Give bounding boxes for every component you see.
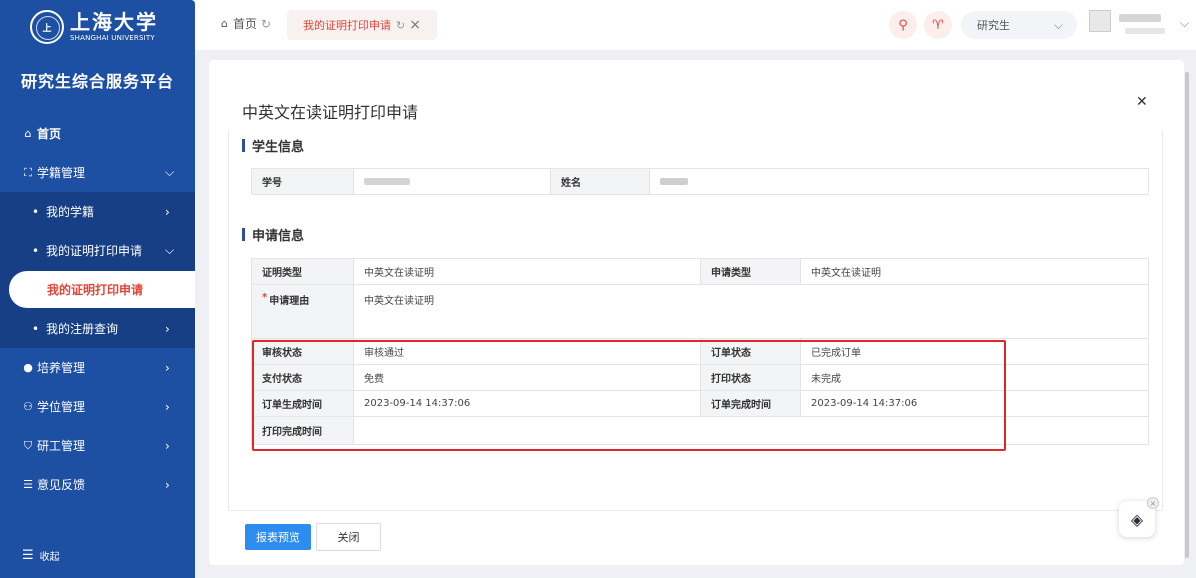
dialog-title: 中英文在读证明打印申请 <box>242 103 419 122</box>
chevron-right-icon: › <box>165 438 170 453</box>
user-detail-blurred <box>1125 28 1165 34</box>
reason-value: 中英文在读证明 <box>353 284 1149 339</box>
sidebar-item-my-enrollment[interactable]: • 我的学籍 › <box>0 192 195 231</box>
feedback-icon: ☰ <box>23 478 33 491</box>
chevron-right-icon: › <box>165 399 170 414</box>
student-name-label: 姓名 <box>550 168 650 195</box>
order-create-time-label: 订单生成时间 <box>251 390 354 417</box>
platform-title: 研究生综合服务平台 <box>20 72 174 91</box>
chevron-right-icon: › <box>165 321 170 336</box>
top-bar: ⌂ 首页 ↻ 我的证明打印申请 ↻ × ⚲ ♈ 研究生 ⌵ ⌵ <box>195 0 1196 50</box>
sidebar-item-training[interactable]: ● 培养管理 › <box>0 348 195 387</box>
sidebar-item-label: 我的证明打印申请 <box>46 244 143 258</box>
print-done-time-label: 打印完成时间 <box>251 416 354 445</box>
student-id-value <box>353 168 551 195</box>
sidebar-item-degree[interactable]: ⚇ 学位管理 › <box>0 387 195 426</box>
theme-button[interactable]: ♈ <box>924 11 952 39</box>
user-name-blurred <box>1119 14 1161 22</box>
chevron-down-icon: ⌵ <box>165 165 175 179</box>
sidebar-item-research[interactable]: ⛉ 研工管理 › <box>0 426 195 465</box>
university-name-cn: 上海大学 <box>70 10 158 34</box>
role-select[interactable]: 研究生 ⌵ <box>961 11 1077 39</box>
chevron-down-icon[interactable]: ⌵ <box>1180 16 1189 31</box>
audit-status-value: 审核通过 <box>353 338 701 365</box>
shirt-icon: ♈ <box>932 17 944 33</box>
close-button[interactable]: 关闭 <box>316 523 381 551</box>
sidebar-item-registration[interactable]: • 我的注册查询 › <box>0 309 195 348</box>
avatar[interactable] <box>1089 10 1111 32</box>
university-name-en: SHANGHAI UNIVERSITY <box>70 34 155 42</box>
student-name-value <box>649 168 1149 195</box>
chevron-right-icon: › <box>165 204 170 219</box>
cert-type-value: 中英文在读证明 <box>353 258 701 285</box>
print-status-label: 打印状态 <box>700 364 801 391</box>
home-icon: ⌂ <box>221 17 228 30</box>
sidebar-item-label: 学位管理 <box>37 400 86 414</box>
home-icon: ⌂ <box>24 127 32 140</box>
print-done-time-value <box>353 416 1149 445</box>
sidebar-item-label: 研工管理 <box>37 439 86 453</box>
tab-cert-print[interactable]: 我的证明打印申请 ↻ × <box>287 10 437 40</box>
sidebar-item-label: 意见反馈 <box>37 478 86 492</box>
scrollbar-thumb[interactable] <box>1185 72 1189 558</box>
chevron-down-icon: ⌵ <box>1053 17 1063 32</box>
collapse-label: 收起 <box>39 552 60 563</box>
close-icon[interactable]: ✕ <box>1136 94 1148 110</box>
order-done-time-value: 2023-09-14 14:37:06 <box>800 390 1149 417</box>
search-icon: ⚲ <box>898 17 908 33</box>
pay-status-label: 支付状态 <box>251 364 354 391</box>
report-preview-button[interactable]: 报表预览 <box>245 524 311 550</box>
user-icon: ● <box>23 361 33 374</box>
sidebar-item-label: 我的学籍 <box>46 205 95 219</box>
search-button[interactable]: ⚲ <box>889 11 917 39</box>
apply-type-label: 申请类型 <box>700 258 801 285</box>
user-group-icon: ⚇ <box>23 400 33 413</box>
order-status-value: 已完成订单 <box>800 338 1149 365</box>
role-value: 研究生 <box>977 19 1010 32</box>
sidebar-item-cert-print[interactable]: • 我的证明打印申请 ⌵ <box>0 231 195 270</box>
order-status-label: 订单状态 <box>700 338 801 365</box>
reason-label: * 申请理由 <box>251 284 354 339</box>
sidebar-item-home[interactable]: ⌂ 首页 <box>0 114 195 153</box>
chevron-right-icon: › <box>165 477 170 492</box>
order-create-time-value: 2023-09-14 14:37:06 <box>353 390 701 417</box>
audit-status-label: 审核状态 <box>251 338 354 365</box>
section-apply-info: 申请信息 <box>242 225 304 244</box>
section-student-info: 学生信息 <box>242 136 304 155</box>
tab-home[interactable]: ⌂ 首页 ↻ <box>221 15 271 32</box>
sidebar-item-label: 学籍管理 <box>37 166 86 180</box>
collapse-button[interactable]: ☰ 收起 <box>22 548 60 563</box>
close-float-icon[interactable]: × <box>1147 497 1159 509</box>
scan-icon: ⛶ <box>24 165 32 179</box>
chevron-right-icon: › <box>165 360 170 375</box>
tab-label: 我的证明打印申请 <box>303 19 391 32</box>
student-id-label: 学号 <box>251 168 354 195</box>
chevron-down-icon: ⌵ <box>165 243 175 257</box>
close-tab-icon[interactable]: × <box>409 17 421 33</box>
sidebar-item-cert-print-active[interactable]: 我的证明打印申请 <box>9 271 195 308</box>
sidebar-item-label: 首页 <box>37 127 62 141</box>
refresh-icon[interactable]: ↻ <box>261 17 271 31</box>
sidebar-item-label: 培养管理 <box>37 361 86 375</box>
print-status-value: 未完成 <box>800 364 1149 391</box>
sidebar-item-feedback[interactable]: ☰ 意见反馈 › <box>0 465 195 504</box>
layers-icon: ◈ <box>1130 509 1144 529</box>
sidebar-item-enrollment[interactable]: ⛶ 学籍管理 ⌵ <box>0 153 195 192</box>
university-seal-icon: 上 <box>30 10 64 44</box>
pay-status-value: 免费 <box>353 364 701 391</box>
required-asterisk: * <box>262 292 268 303</box>
sidebar-item-label: 我的注册查询 <box>46 322 119 336</box>
cert-type-label: 证明类型 <box>251 258 354 285</box>
divider <box>228 510 1163 511</box>
apply-type-value: 中英文在读证明 <box>800 258 1149 285</box>
tab-label: 首页 <box>232 17 257 31</box>
order-done-time-label: 订单完成时间 <box>700 390 801 417</box>
sidebar: 上 上海大学 SHANGHAI UNIVERSITY 研究生综合服务平台 ⌂ 首… <box>0 0 195 578</box>
university-logo: 上 上海大学 SHANGHAI UNIVERSITY <box>30 6 180 48</box>
shield-icon: ⛉ <box>23 438 33 452</box>
collapse-menu-icon: ☰ <box>22 548 34 563</box>
refresh-icon[interactable]: ↻ <box>396 19 405 32</box>
